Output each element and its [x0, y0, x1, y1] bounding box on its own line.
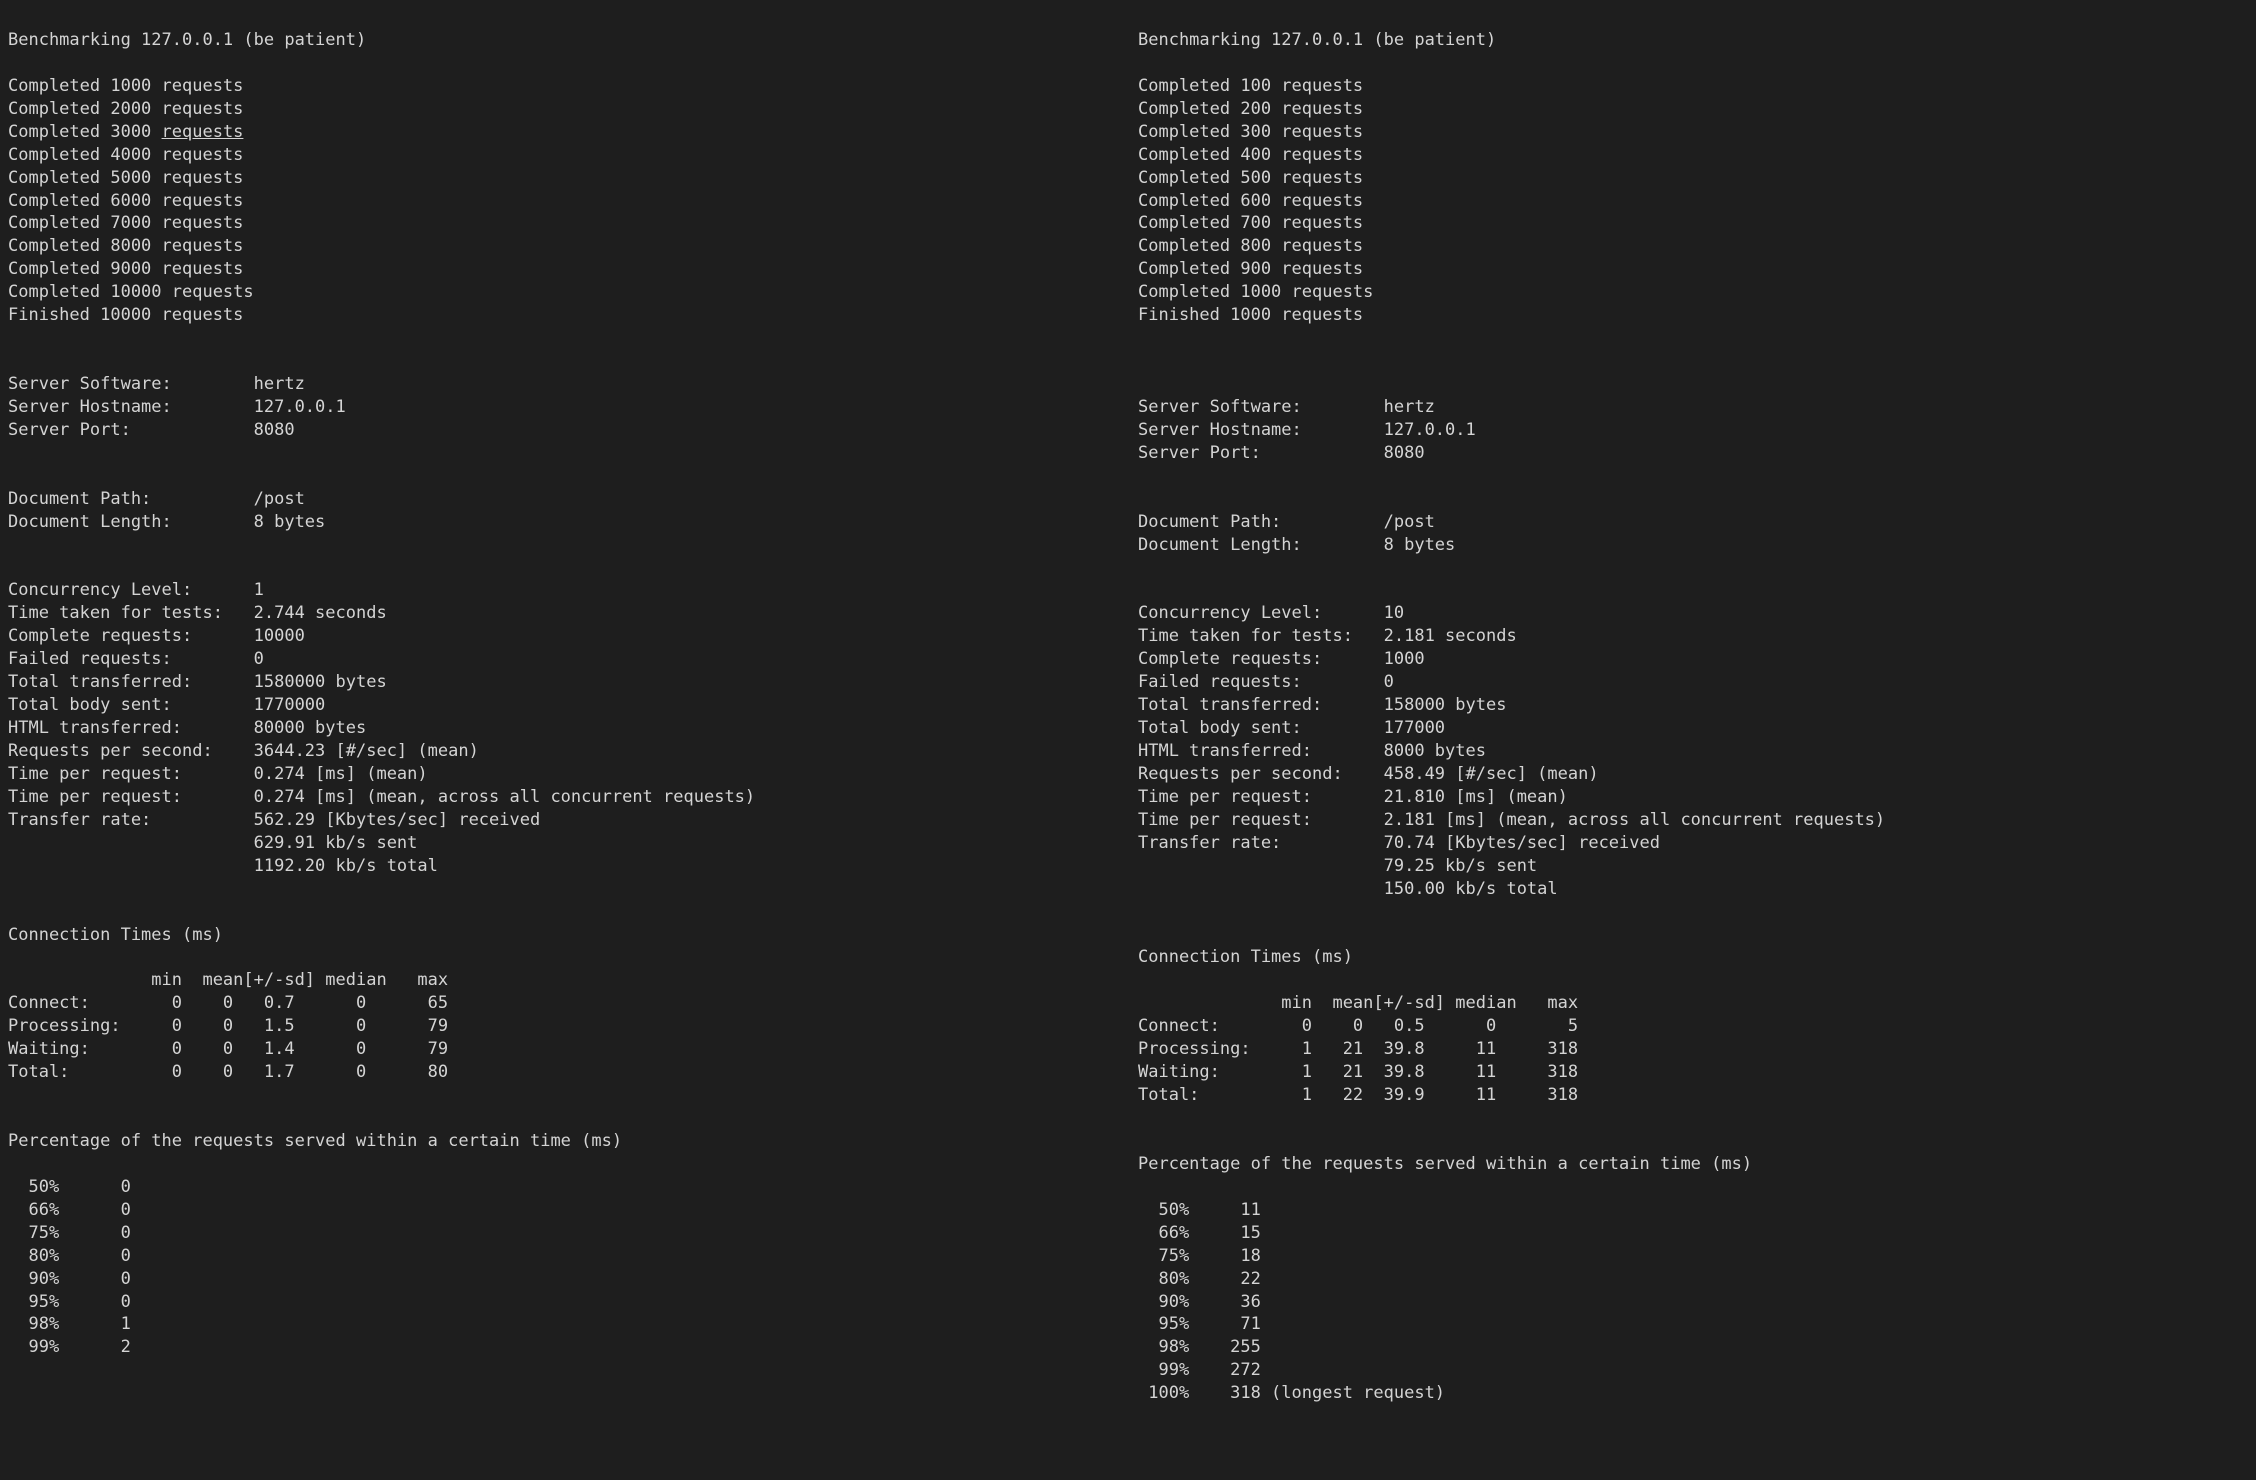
document-info-block: Document Path: /post Document Length: 8 … [8, 488, 1118, 534]
progress-block: Completed 100 requests Completed 200 req… [1138, 75, 2248, 327]
right-terminal-column: Benchmarking 127.0.0.1 (be patient) Comp… [1138, 6, 2248, 1428]
progress-line-underlined: Completed 3000 requests [8, 122, 243, 142]
stats-block: Concurrency Level: 10 Time taken for tes… [1138, 602, 2248, 900]
progress-line: Completed 5000 requests [8, 168, 243, 188]
progress-line: Completed 6000 requests [8, 191, 243, 211]
benchmark-header: Benchmarking 127.0.0.1 (be patient) [1138, 29, 2248, 52]
server-info-block: Server Software: hertz Server Hostname: … [1138, 396, 2248, 465]
stats-block: Concurrency Level: 1 Time taken for test… [8, 579, 1118, 877]
left-terminal-column: Benchmarking 127.0.0.1 (be patient) Comp… [8, 6, 1138, 1428]
server-info-block: Server Software: hertz Server Hostname: … [8, 373, 1118, 442]
connection-times-table: min mean[+/-sd] median max Connect: 0 0 … [1138, 992, 2248, 1107]
benchmark-header: Benchmarking 127.0.0.1 (be patient) [8, 29, 1118, 52]
progress-line: Completed 7000 requests [8, 213, 243, 233]
percentage-table: 50% 11 66% 15 75% 18 80% 22 90% 36 95% 7… [1138, 1199, 2248, 1405]
connection-times-table: min mean[+/-sd] median max Connect: 0 0 … [8, 969, 1118, 1084]
progress-line: Completed 10000 requests [8, 282, 254, 302]
progress-line: Completed 8000 requests [8, 236, 243, 256]
document-info-block: Document Path: /post Document Length: 8 … [1138, 511, 2248, 557]
percentage-table: 50% 0 66% 0 75% 0 80% 0 90% 0 95% 0 98% … [8, 1176, 1118, 1360]
progress-line: Completed 9000 requests [8, 259, 243, 279]
percentage-header: Percentage of the requests served within… [1138, 1153, 2248, 1176]
progress-finished: Finished 10000 requests [8, 305, 243, 325]
connection-times-header: Connection Times (ms) [8, 924, 1118, 947]
progress-line: Completed 4000 requests [8, 145, 243, 165]
connection-times-header: Connection Times (ms) [1138, 946, 2248, 969]
progress-line: Completed 1000 requests [8, 76, 243, 96]
percentage-header: Percentage of the requests served within… [8, 1130, 1118, 1153]
progress-line: Completed 2000 requests [8, 99, 243, 119]
